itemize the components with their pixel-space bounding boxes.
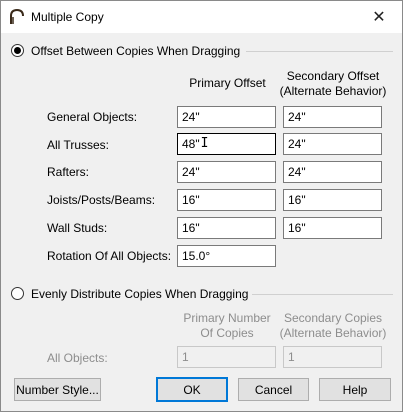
arch-icon [9, 8, 25, 25]
close-button[interactable]: ✕ [356, 1, 402, 33]
secondary-copies-header-line2: (Alternate Behavior) [279, 326, 387, 340]
primary-number-header-line2: Of Copies [200, 326, 254, 340]
secondary-copies-header-line1: Secondary Copies [283, 311, 383, 325]
primary-number-header-line1: Primary Number [183, 311, 271, 325]
all-trusses-label: All Trusses: [47, 138, 110, 152]
distribute-radio[interactable] [11, 287, 24, 300]
ok-button[interactable]: OK [156, 377, 228, 402]
all-trusses-primary-field[interactable]: 48"I [177, 133, 276, 155]
joists-posts-beams-label: Joists/Posts/Beams: [47, 193, 156, 207]
text-cursor-icon: I [200, 136, 209, 151]
secondary-copies-field[interactable]: 1 [283, 346, 382, 368]
general-objects-label: General Objects: [47, 110, 138, 124]
number-style-button[interactable]: Number Style... [14, 378, 101, 401]
primary-copies-field[interactable]: 1 [177, 346, 276, 368]
general-objects-secondary-field[interactable]: 24" [283, 106, 382, 128]
rotation-label: Rotation Of All Objects: [47, 249, 172, 263]
rafters-label: Rafters: [47, 165, 90, 179]
wall-studs-primary-field[interactable]: 16" [177, 217, 276, 239]
all-trusses-secondary-field[interactable]: 24" [283, 133, 382, 155]
secondary-offset-header-line2: (Alternate Behavior) [279, 84, 387, 98]
close-icon: ✕ [372, 9, 386, 26]
rotation-field[interactable]: 15.0° [177, 245, 276, 267]
general-objects-primary-field[interactable]: 24" [177, 106, 276, 128]
window-title: Multiple Copy [31, 10, 104, 24]
rafters-primary-field[interactable]: 24" [177, 161, 276, 183]
all-trusses-primary-value: 48" [182, 137, 200, 151]
distribute-radio-label[interactable]: Evenly Distribute Copies When Dragging [31, 287, 248, 301]
title-bar: Multiple Copy ✕ [1, 1, 402, 33]
help-button[interactable]: Help [319, 378, 391, 401]
rafters-secondary-field[interactable]: 24" [283, 161, 382, 183]
cancel-button[interactable]: Cancel [238, 378, 309, 401]
offset-section-divider [246, 51, 393, 52]
wall-studs-secondary-field[interactable]: 16" [283, 217, 382, 239]
distribute-section-divider [252, 294, 393, 295]
all-objects-label: All Objects: [47, 351, 108, 365]
offset-radio-label[interactable]: Offset Between Copies When Dragging [31, 44, 240, 58]
joists-secondary-field[interactable]: 16" [283, 189, 382, 211]
wall-studs-label: Wall Studs: [47, 221, 108, 235]
joists-primary-field[interactable]: 16" [177, 189, 276, 211]
multiple-copy-dialog: Multiple Copy ✕ Offset Between Copies Wh… [0, 0, 403, 412]
offset-radio[interactable] [11, 44, 24, 57]
secondary-offset-header-line1: Secondary Offset [286, 69, 380, 83]
primary-offset-header: Primary Offset [189, 76, 266, 90]
